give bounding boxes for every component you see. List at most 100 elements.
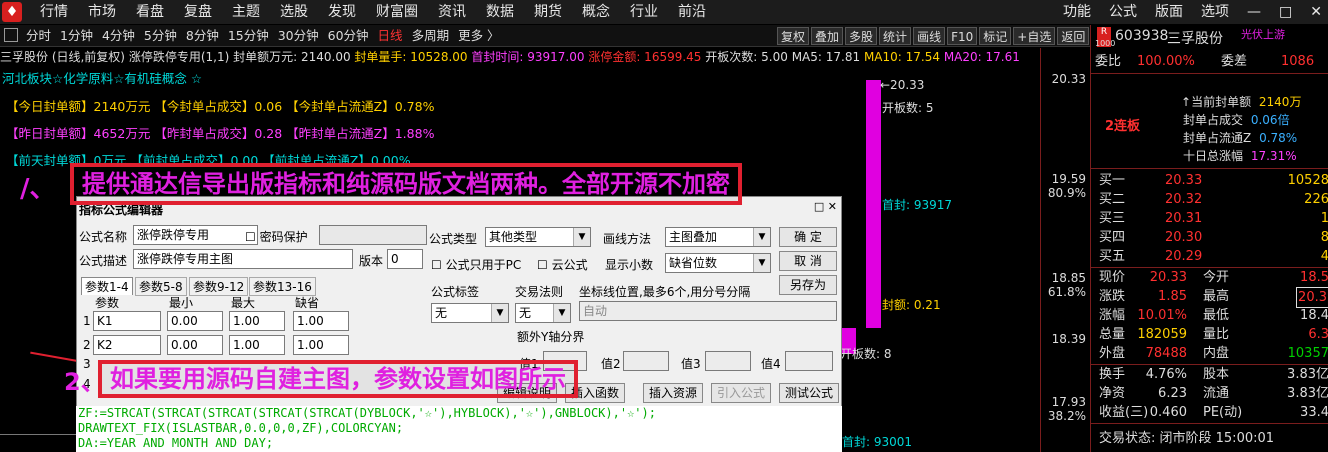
v2-input[interactable] [623, 351, 669, 371]
param-name-input[interactable]: K2 [93, 335, 161, 355]
menu-item[interactable]: 行情 [40, 0, 68, 24]
menu-item[interactable]: 行业 [630, 0, 658, 24]
quote-value: 4.76% [1145, 367, 1187, 382]
col-min: 最小 [169, 296, 194, 310]
period-tab[interactable]: 多周期 [412, 25, 450, 47]
only-pc-checkbox[interactable]: ☐ 公式只用于PC [431, 256, 521, 273]
menu-options[interactable]: 选项 [1201, 0, 1229, 24]
ok-button[interactable]: 确 定 [779, 227, 837, 247]
quote-value: 6.23 [1158, 386, 1187, 401]
axis-tick: 17.93 [1051, 395, 1086, 409]
param-max-input[interactable]: 1.00 [229, 335, 285, 355]
menu-item[interactable]: 复盘 [184, 0, 212, 24]
menu-item[interactable]: 数据 [486, 0, 514, 24]
param-default-input[interactable]: 1.00 [293, 335, 349, 355]
app-logo-icon[interactable]: ♦ [2, 2, 22, 22]
menu-item[interactable]: 前沿 [678, 0, 706, 24]
tool-button[interactable]: 叠加 [811, 27, 844, 45]
period-tab[interactable]: 5分钟 [144, 25, 177, 47]
tool-button[interactable]: 标记 [979, 27, 1012, 45]
quote-label: 外盘 [1099, 346, 1126, 361]
v4-input[interactable] [785, 351, 833, 371]
menu-item[interactable]: 看盘 [136, 0, 164, 24]
weicha-value: 1086 [1281, 54, 1315, 69]
tab-params-1-4[interactable]: 参数1-4 [81, 277, 133, 295]
tool-button[interactable]: 统计 [879, 27, 912, 45]
menu-item[interactable]: 发现 [328, 0, 356, 24]
tool-button[interactable]: F10 [947, 27, 978, 45]
ma20-value: MA20: 17.61 [943, 50, 1020, 64]
pos-input[interactable]: 自动 [579, 301, 837, 321]
quote-label: 量比 [1203, 327, 1230, 342]
password-input[interactable] [319, 225, 427, 245]
saveas-button[interactable]: 另存为 [779, 275, 837, 295]
quote-value: 18.5 [1300, 270, 1328, 285]
import-formula-button[interactable]: 引入公式 [711, 383, 771, 403]
cancel-button[interactable]: 取 消 [779, 251, 837, 271]
insert-resource-button[interactable]: 插入资源 [643, 383, 703, 403]
buy-label: 买五 [1099, 249, 1126, 264]
v4-label: 值4 [761, 357, 781, 371]
stat-row: 十日总涨幅 17.31% [1183, 147, 1301, 165]
tool-button[interactable]: 画线 [913, 27, 946, 45]
menu-item[interactable]: 期货 [534, 0, 562, 24]
cloud-checkbox[interactable]: ☐ 云公式 [537, 256, 588, 273]
quote-value: 1.85 [1158, 289, 1187, 304]
close-button[interactable]: ✕ [1310, 0, 1322, 24]
param-row-num: 2 [83, 338, 91, 352]
param-min-input[interactable]: 0.00 [167, 311, 223, 331]
menu-formula[interactable]: 公式 [1109, 0, 1137, 24]
formula-name-input[interactable]: 涨停跌停专用 [133, 225, 258, 245]
window-icon[interactable] [4, 28, 18, 42]
quote-label: 涨跌 [1099, 289, 1126, 304]
menu-function[interactable]: 功能 [1063, 0, 1091, 24]
trade-status: 交易状态: 闭市阶段 15:00:01 [1099, 431, 1275, 446]
menu-item[interactable]: 财富圈 [376, 0, 418, 24]
param-max-input[interactable]: 1.00 [229, 311, 285, 331]
menu-layout[interactable]: 版面 [1155, 0, 1183, 24]
period-tab-active[interactable]: 日线 [378, 25, 403, 47]
tool-button[interactable]: +自选 [1013, 27, 1056, 45]
tool-button[interactable]: 返回 [1057, 27, 1090, 45]
tool-button[interactable]: 多股 [845, 27, 878, 45]
menu-item[interactable]: 选股 [280, 0, 308, 24]
buy-price: 20.31 [1165, 211, 1203, 226]
draw-select[interactable]: 主图叠加 [665, 227, 771, 247]
version-input[interactable]: 0 [387, 249, 423, 269]
quote-value: 20.3 [1296, 287, 1328, 308]
tag-select[interactable]: 无 [431, 303, 509, 323]
password-checkbox[interactable]: ☐ 密码保护 [245, 228, 308, 245]
rule-select[interactable]: 无 [515, 303, 571, 323]
period-tab[interactable]: 15分钟 [228, 25, 269, 47]
period-tab[interactable]: 分时 [26, 25, 51, 47]
password-label: 密码保护 [259, 230, 308, 244]
code-editor[interactable]: ZF:=STRCAT(STRCAT(STRCAT(STRCAT(STRCAT(D… [76, 406, 842, 452]
period-tab[interactable]: 4分钟 [102, 25, 135, 47]
param-name-input[interactable]: K1 [93, 311, 161, 331]
formula-desc-input[interactable]: 涨停跌停专用主图 [133, 249, 353, 269]
buy-price: 20.29 [1165, 249, 1203, 264]
period-tab[interactable]: 30分钟 [278, 25, 319, 47]
stat-row: 封单占成交 0.06倍 [1183, 111, 1301, 129]
param-default-input[interactable]: 1.00 [293, 311, 349, 331]
period-tab[interactable]: 60分钟 [328, 25, 369, 47]
period-tab[interactable]: 1分钟 [60, 25, 93, 47]
menu-item[interactable]: 资讯 [438, 0, 466, 24]
buy-price: 20.32 [1165, 192, 1203, 207]
menu-item[interactable]: 主题 [232, 0, 260, 24]
tool-button[interactable]: 复权 [777, 27, 810, 45]
minimize-button[interactable]: — [1247, 0, 1261, 24]
period-tab[interactable]: 8分钟 [186, 25, 219, 47]
code-line: ZF:=STRCAT(STRCAT(STRCAT(STRCAT(STRCAT(D… [78, 406, 656, 420]
type-select[interactable]: 其他类型 [485, 227, 591, 247]
dialog-controls[interactable]: □ ✕ [814, 200, 837, 213]
menu-item[interactable]: 概念 [582, 0, 610, 24]
param-min-input[interactable]: 0.00 [167, 335, 223, 355]
v3-input[interactable] [705, 351, 751, 371]
period-tab[interactable]: 更多 〉 [458, 25, 499, 47]
decimals-select[interactable]: 缺省位数 [665, 253, 771, 273]
quote-value: 3.83亿 [1287, 367, 1328, 382]
menu-item[interactable]: 市场 [88, 0, 116, 24]
test-formula-button[interactable]: 测试公式 [779, 383, 839, 403]
maximize-button[interactable]: □ [1279, 0, 1292, 24]
